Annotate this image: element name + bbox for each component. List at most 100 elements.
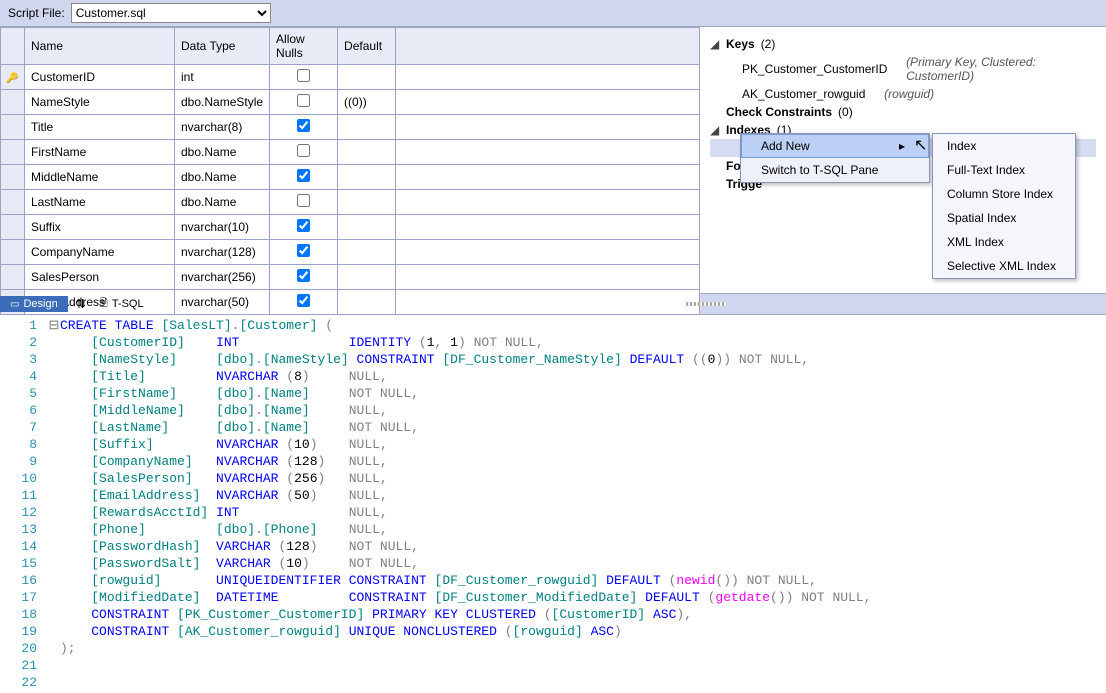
code-line[interactable]: 5 [FirstName] [dbo].[Name] NOT NULL, bbox=[0, 385, 1106, 402]
cell-extra[interactable] bbox=[396, 240, 700, 265]
allow-nulls-checkbox[interactable] bbox=[297, 219, 310, 232]
row-header[interactable] bbox=[1, 215, 25, 240]
cell-allow-nulls[interactable] bbox=[270, 90, 338, 115]
cell-extra[interactable] bbox=[396, 290, 700, 315]
cell-datatype[interactable]: dbo.Name bbox=[175, 140, 270, 165]
code-line[interactable]: 3 [NameStyle] [dbo].[NameStyle] CONSTRAI… bbox=[0, 351, 1106, 368]
cell-name[interactable]: CustomerID bbox=[25, 65, 175, 90]
table-row[interactable]: NameStyledbo.NameStyle((0)) bbox=[1, 90, 700, 115]
cell-extra[interactable] bbox=[396, 265, 700, 290]
cell-allow-nulls[interactable] bbox=[270, 115, 338, 140]
check-constraints-node[interactable]: Check Constraints (0) bbox=[710, 103, 1096, 121]
row-header[interactable] bbox=[1, 240, 25, 265]
row-header[interactable] bbox=[1, 90, 25, 115]
cell-default[interactable] bbox=[338, 190, 396, 215]
code-line[interactable]: 7 [LastName] [dbo].[Name] NOT NULL, bbox=[0, 419, 1106, 436]
code-line[interactable]: 8 [Suffix] NVARCHAR (10) NULL, bbox=[0, 436, 1106, 453]
key-item[interactable]: PK_Customer_CustomerID (Primary Key, Clu… bbox=[710, 53, 1096, 85]
cell-name[interactable]: LastName bbox=[25, 190, 175, 215]
expand-icon[interactable]: ◢ bbox=[710, 37, 720, 51]
cell-default[interactable] bbox=[338, 165, 396, 190]
table-row[interactable]: CompanyNamenvarchar(128) bbox=[1, 240, 700, 265]
cell-extra[interactable] bbox=[396, 140, 700, 165]
row-header[interactable] bbox=[1, 140, 25, 165]
code-line[interactable]: 2 [CustomerID] INT IDENTITY (1, 1) NOT N… bbox=[0, 334, 1106, 351]
cell-allow-nulls[interactable] bbox=[270, 65, 338, 90]
cell-extra[interactable] bbox=[396, 115, 700, 140]
submenu-index[interactable]: Index bbox=[933, 134, 1075, 158]
col-name[interactable]: Name bbox=[25, 28, 175, 65]
splitter-grip[interactable] bbox=[686, 302, 726, 306]
code-line[interactable]: 1⊟CREATE TABLE [SalesLT].[Customer] ( bbox=[0, 317, 1106, 334]
row-header[interactable] bbox=[1, 190, 25, 215]
cell-default[interactable] bbox=[338, 65, 396, 90]
cell-datatype[interactable]: dbo.NameStyle bbox=[175, 90, 270, 115]
cell-allow-nulls[interactable] bbox=[270, 265, 338, 290]
col-nulls[interactable]: Allow Nulls bbox=[270, 28, 338, 65]
allow-nulls-checkbox[interactable] bbox=[297, 194, 310, 207]
code-line[interactable]: 12 [RewardsAcctId] INT NULL, bbox=[0, 504, 1106, 521]
cell-extra[interactable] bbox=[396, 65, 700, 90]
allow-nulls-checkbox[interactable] bbox=[297, 169, 310, 182]
submenu-xml[interactable]: XML Index bbox=[933, 230, 1075, 254]
code-line[interactable]: 11 [EmailAddress] NVARCHAR (50) NULL, bbox=[0, 487, 1106, 504]
table-row[interactable]: 🔑CustomerIDint bbox=[1, 65, 700, 90]
cell-extra[interactable] bbox=[396, 165, 700, 190]
code-line[interactable]: 21 bbox=[0, 657, 1106, 674]
cell-datatype[interactable]: dbo.Name bbox=[175, 165, 270, 190]
cell-default[interactable] bbox=[338, 115, 396, 140]
code-line[interactable]: 18 CONSTRAINT [PK_Customer_CustomerID] P… bbox=[0, 606, 1106, 623]
cell-datatype[interactable]: nvarchar(10) bbox=[175, 215, 270, 240]
allow-nulls-checkbox[interactable] bbox=[297, 119, 310, 132]
table-row[interactable]: Suffixnvarchar(10) bbox=[1, 215, 700, 240]
col-datatype[interactable]: Data Type bbox=[175, 28, 270, 65]
code-line[interactable]: 9 [CompanyName] NVARCHAR (128) NULL, bbox=[0, 453, 1106, 470]
tab-tsql[interactable]: 🗎 T-SQL bbox=[90, 294, 154, 315]
submenu-fulltext[interactable]: Full-Text Index bbox=[933, 158, 1075, 182]
swap-panes-button[interactable]: ⇅ bbox=[72, 297, 90, 311]
allow-nulls-checkbox[interactable] bbox=[297, 144, 310, 157]
submenu-spatial[interactable]: Spatial Index bbox=[933, 206, 1075, 230]
cell-default[interactable]: ((0)) bbox=[338, 90, 396, 115]
cell-name[interactable]: MiddleName bbox=[25, 165, 175, 190]
keys-node[interactable]: ◢ Keys (2) bbox=[710, 35, 1096, 53]
code-line[interactable]: 15 [PasswordSalt] VARCHAR (10) NOT NULL, bbox=[0, 555, 1106, 572]
sql-editor[interactable]: 1⊟CREATE TABLE [SalesLT].[Customer] (2 [… bbox=[0, 315, 1106, 693]
row-header[interactable] bbox=[1, 115, 25, 140]
cell-datatype[interactable]: int bbox=[175, 65, 270, 90]
cell-default[interactable] bbox=[338, 140, 396, 165]
code-line[interactable]: 20 ); bbox=[0, 640, 1106, 657]
table-row[interactable]: LastNamedbo.Name bbox=[1, 190, 700, 215]
key-item[interactable]: AK_Customer_rowguid (rowguid) bbox=[710, 85, 1096, 103]
expand-icon[interactable]: ◢ bbox=[710, 123, 720, 137]
cell-allow-nulls[interactable] bbox=[270, 140, 338, 165]
col-default[interactable]: Default bbox=[338, 28, 396, 65]
cell-default[interactable] bbox=[338, 290, 396, 315]
allow-nulls-checkbox[interactable] bbox=[297, 269, 310, 282]
cell-allow-nulls[interactable] bbox=[270, 165, 338, 190]
cell-name[interactable]: Title bbox=[25, 115, 175, 140]
cell-allow-nulls[interactable] bbox=[270, 215, 338, 240]
code-line[interactable]: 22 bbox=[0, 674, 1106, 691]
cell-name[interactable]: FirstName bbox=[25, 140, 175, 165]
table-row[interactable]: Titlenvarchar(8) bbox=[1, 115, 700, 140]
columns-grid[interactable]: Name Data Type Allow Nulls Default 🔑Cust… bbox=[0, 27, 700, 293]
cell-allow-nulls[interactable] bbox=[270, 290, 338, 315]
cell-allow-nulls[interactable] bbox=[270, 190, 338, 215]
cell-name[interactable]: CompanyName bbox=[25, 240, 175, 265]
cell-allow-nulls[interactable] bbox=[270, 240, 338, 265]
code-line[interactable]: 10 [SalesPerson] NVARCHAR (256) NULL, bbox=[0, 470, 1106, 487]
table-row[interactable]: SalesPersonnvarchar(256) bbox=[1, 265, 700, 290]
cell-name[interactable]: Suffix bbox=[25, 215, 175, 240]
allow-nulls-checkbox[interactable] bbox=[297, 94, 310, 107]
cell-datatype[interactable]: nvarchar(50) bbox=[175, 290, 270, 315]
index-item[interactable]: IX_C Add New ▸ Switch to T-SQL Pane ↖ In… bbox=[710, 139, 1096, 157]
code-line[interactable]: 6 [MiddleName] [dbo].[Name] NULL, bbox=[0, 402, 1106, 419]
cell-default[interactable] bbox=[338, 215, 396, 240]
cell-datatype[interactable]: nvarchar(128) bbox=[175, 240, 270, 265]
code-line[interactable]: 16 [rowguid] UNIQUEIDENTIFIER CONSTRAINT… bbox=[0, 572, 1106, 589]
cell-datatype[interactable]: nvarchar(8) bbox=[175, 115, 270, 140]
cell-default[interactable] bbox=[338, 240, 396, 265]
code-line[interactable]: 17 [ModifiedDate] DATETIME CONSTRAINT [D… bbox=[0, 589, 1106, 606]
cell-extra[interactable] bbox=[396, 90, 700, 115]
